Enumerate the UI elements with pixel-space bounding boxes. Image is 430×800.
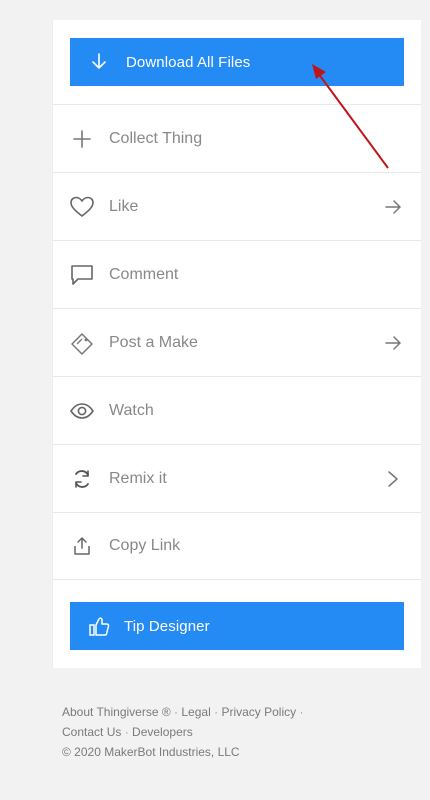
footer-separator: · — [299, 705, 304, 719]
footer-link-contact-us[interactable]: Contact Us — [62, 725, 121, 739]
footer-link-developers[interactable]: Developers — [132, 725, 193, 739]
footer-link-privacy-policy[interactable]: Privacy Policy — [221, 705, 296, 719]
menu-item-label: Like — [109, 197, 139, 215]
footer-links-line-2: Contact Us · Developers — [62, 722, 412, 742]
menu-item-remix-it[interactable]: Remix it — [53, 444, 421, 512]
tip-designer-button[interactable]: Tip Designer — [70, 602, 404, 650]
footer-link-about[interactable]: About Thingiverse ® — [62, 705, 171, 719]
footer-link-legal[interactable]: Legal — [181, 705, 210, 719]
menu-item-label: Remix it — [109, 469, 167, 487]
menu-item-label: Copy Link — [109, 537, 181, 554]
menu-item-watch[interactable]: Watch — [53, 376, 421, 444]
download-all-files-button[interactable]: Download All Files — [70, 38, 404, 86]
menu-item-collect-thing[interactable]: Collect Thing — [53, 104, 421, 172]
share-icon — [67, 531, 97, 561]
actions-card: Download All Files Collect Thing Like Co… — [52, 20, 421, 668]
heart-icon — [67, 192, 97, 222]
footer-copyright: © 2020 MakerBot Industries, LLC — [62, 745, 240, 759]
tip-designer-label: Tip Designer — [124, 617, 210, 635]
footer-separator: · — [124, 725, 129, 739]
menu-item-post-a-make[interactable]: Post a Make — [53, 308, 421, 376]
menu-item-comment[interactable]: Comment — [53, 240, 421, 308]
menu-item-label: Watch — [109, 401, 154, 419]
menu-item-label: Collect Thing — [109, 129, 203, 147]
footer-separator: · — [214, 705, 219, 719]
footer-separator: · — [174, 705, 179, 719]
comment-icon — [67, 260, 97, 290]
chevron-right-icon — [383, 469, 403, 489]
menu-item-copy-link[interactable]: Copy Link — [53, 512, 421, 580]
thumbs-up-icon — [88, 615, 110, 637]
eye-icon — [67, 396, 97, 426]
make-tag-icon — [67, 328, 97, 358]
remix-icon — [67, 464, 97, 494]
download-all-files-label: Download All Files — [126, 53, 251, 71]
arrow-right-icon — [383, 333, 403, 353]
page: Download All Files Collect Thing Like Co… — [0, 0, 430, 800]
plus-icon — [67, 124, 97, 154]
menu-item-like[interactable]: Like — [53, 172, 421, 240]
footer: About Thingiverse ® · Legal · Privacy Po… — [62, 702, 412, 762]
menu-item-label: Comment — [109, 265, 179, 283]
menu-item-label: Post a Make — [109, 333, 198, 351]
arrow-right-icon — [383, 197, 403, 217]
footer-links-line-1: About Thingiverse ® · Legal · Privacy Po… — [62, 702, 412, 722]
download-arrow-icon — [88, 51, 110, 73]
action-menu: Collect Thing Like Comment Post a Make W… — [53, 104, 421, 580]
